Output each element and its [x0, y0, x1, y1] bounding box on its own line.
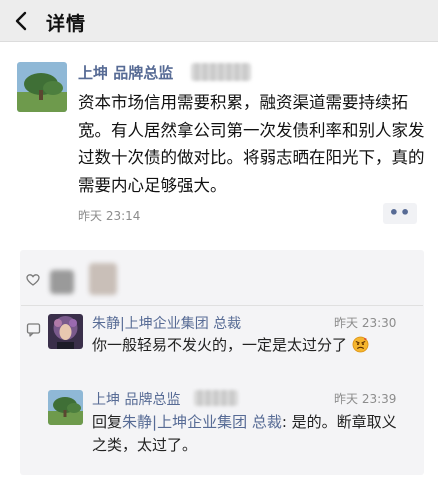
comment-text: 你一般轻易不发火的，一定是太过分了: [92, 334, 412, 357]
chevron-left-icon[interactable]: [10, 9, 34, 33]
post-author-name[interactable]: 上坤 品牌总监: [78, 62, 173, 83]
author-name-redaction: [194, 390, 238, 406]
comment-text: 回复朱静|上坤企业集团 总裁: 是的。断章取义之类，太过了。: [92, 411, 408, 457]
more-actions-icon: ••: [388, 203, 412, 222]
comment-timestamp: 昨天 23:30: [334, 316, 397, 330]
comment-author-name[interactable]: 朱静|上坤企业集团 总裁: [92, 313, 241, 333]
commenter-avatar[interactable]: [48, 390, 83, 425]
comment-author-name[interactable]: 上坤 品牌总监: [92, 389, 180, 409]
post-timestamp: 昨天 23:14: [78, 209, 141, 223]
angry-face-icon: [352, 336, 369, 353]
heart-icon: [26, 274, 40, 286]
top-nav-bar: 详情: [0, 0, 438, 42]
comment-body: 你一般轻易不发火的，一定是太过分了: [92, 336, 348, 354]
author-name-redaction: [191, 63, 251, 81]
comment-timestamp: 昨天 23:39: [334, 392, 397, 406]
liker-avatar-blurred[interactable]: [89, 263, 117, 295]
reply-prefix: 回复: [92, 413, 123, 431]
post-body-text: 资本市场信用需要积累，融资渠道需要持续拓宽。有人居然拿公司第一次发债利率和别人家…: [78, 93, 425, 195]
panel-divider: [21, 305, 423, 306]
more-actions-button[interactable]: ••: [383, 203, 417, 224]
liker-avatar-blurred[interactable]: [50, 270, 74, 294]
page-title: 详情: [46, 13, 87, 35]
post-author-avatar[interactable]: [17, 62, 67, 112]
commenter-avatar[interactable]: [48, 314, 83, 349]
reply-to-name[interactable]: 朱静|上坤企业集团 总裁: [122, 413, 282, 431]
comment-icon: [26, 323, 41, 337]
